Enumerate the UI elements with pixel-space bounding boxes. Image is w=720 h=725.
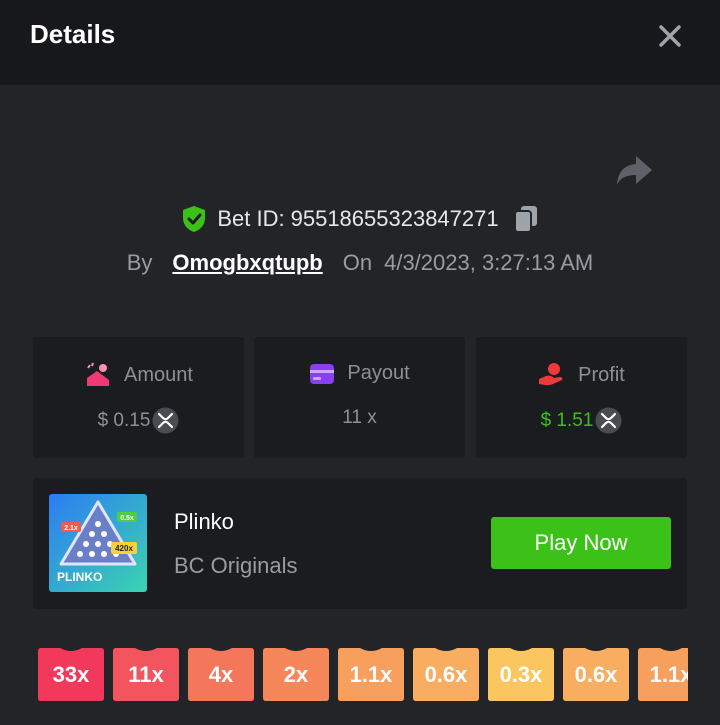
plinko-thumbnail[interactable]: 2.1x 0.5x 420x PLINKO (49, 494, 147, 592)
game-name: Plinko (174, 509, 234, 534)
plinko-logo-text: PLINKO (57, 570, 102, 584)
multiplier-chip: 0.3x (488, 648, 554, 701)
multiplier-chip: 4x (188, 648, 254, 701)
payout-label: Payout (347, 362, 410, 384)
game-card: 2.1x 0.5x 420x PLINKO Plinko BC Original… (33, 478, 687, 609)
multiplier-chip: 0.6x (413, 648, 479, 701)
thumb-tag-1: 2.1x (64, 525, 78, 532)
multiplier-label: 33x (52, 661, 90, 687)
bet-meta-row: By Omogbxqtupb On 4/3/2023, 3:27:13 AM (0, 246, 720, 280)
amount-card: Amount $ 0.15 (33, 337, 244, 458)
thumb-tag-3: 420x (115, 544, 133, 553)
modal-title: Details (30, 19, 116, 49)
multiplier-label: 0.6x (574, 661, 618, 687)
amount-label: Amount (124, 363, 193, 386)
multiplier-label: 1.1x (649, 661, 688, 687)
multiplier-chip: 1.1x (338, 648, 404, 701)
amount-icon (87, 362, 110, 386)
profit-card: Profit $ 1.51 (476, 337, 687, 458)
multiplier-label: 0.3x (499, 661, 543, 687)
payout-card: Payout 11 x (254, 337, 465, 458)
multiplier-label: 1.1x (349, 661, 393, 687)
xrp-coin-icon (595, 407, 622, 434)
copy-icon[interactable] (513, 205, 539, 233)
multiplier-label: 0.6x (424, 661, 468, 687)
multiplier-label: 2x (283, 661, 309, 687)
multiplier-chip: 1.1x (638, 648, 688, 701)
bet-datetime: 4/3/2023, 3:27:13 AM (384, 250, 594, 275)
verified-shield-icon (183, 206, 206, 232)
multiplier-chip: 11x (113, 648, 179, 701)
share-icon[interactable] (614, 152, 654, 188)
amount-value: $ 0.15 (97, 409, 151, 431)
username-link[interactable]: Omogbxqtupb (172, 250, 322, 276)
modal-header: Details (0, 0, 720, 85)
by-label: By (126, 250, 153, 275)
payout-value: 11 x (342, 407, 377, 428)
game-provider: BC Originals (174, 553, 298, 578)
multiplier-row: 33x 11x 4x 2x 1.1x 0.6x 0.3x 0.6x 1.1x (38, 648, 688, 701)
multiplier-label: 4x (208, 661, 234, 687)
multiplier-label: 11x (128, 661, 164, 687)
on-label: On (342, 250, 373, 275)
bet-id-label: Bet ID: (217, 206, 285, 231)
bet-id-value: 95518655323847271 (290, 206, 499, 231)
xrp-coin-icon (152, 407, 179, 434)
thumb-tag-2: 0.5x (120, 515, 134, 522)
multiplier-chip: 0.6x (563, 648, 629, 701)
wallet-icon (310, 363, 335, 384)
close-icon[interactable] (652, 18, 688, 54)
profit-value: $ 1.51 (540, 409, 594, 431)
profit-label: Profit (578, 363, 625, 386)
multiplier-chip: 2x (263, 648, 329, 701)
multiplier-chip: 33x (38, 648, 104, 701)
play-now-button[interactable]: Play Now (491, 517, 671, 569)
bet-id-row: Bet ID: 95518655323847271 (0, 203, 720, 235)
profit-hand-icon (539, 363, 563, 386)
